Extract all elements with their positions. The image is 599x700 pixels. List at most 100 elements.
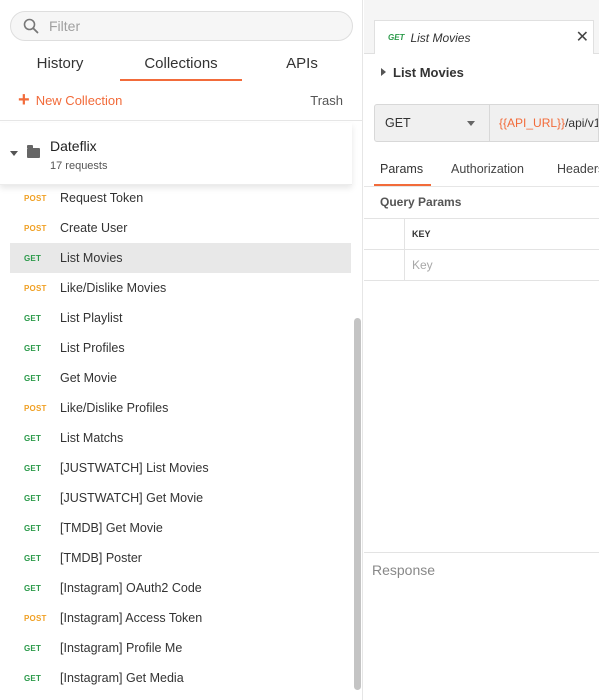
request-name: Like/Dislike Profiles: [60, 401, 169, 415]
method-select[interactable]: GET: [374, 104, 490, 142]
request-item[interactable]: POST Request Token: [0, 183, 352, 213]
url-path: /api/v1: [565, 116, 599, 130]
request-item[interactable]: GET Get Movie: [0, 363, 352, 393]
tab-authorization[interactable]: Authorization: [451, 155, 524, 186]
chevron-right-icon[interactable]: [381, 68, 386, 76]
close-icon[interactable]: ✕: [576, 27, 589, 47]
request-method: GET: [24, 643, 42, 653]
request-method: GET: [24, 253, 42, 263]
key-input[interactable]: Key: [412, 258, 433, 272]
request-name: [Instagram] Access Token: [60, 611, 203, 625]
request-item[interactable]: GET [Instagram] OAuth2 Code: [0, 573, 352, 603]
query-params-label: Query Params: [380, 195, 462, 209]
request-item[interactable]: GET [JUSTWATCH] Get Movie: [0, 483, 352, 513]
chevron-down-icon: [467, 121, 475, 126]
request-method: GET: [24, 523, 42, 533]
request-method: GET: [24, 673, 42, 683]
new-collection-label: New Collection: [35, 92, 123, 108]
request-item[interactable]: GET [Instagram] Profile Me: [0, 633, 352, 663]
request-pane: GET List Movies ✕ List Movies GET {{API_…: [364, 0, 599, 700]
query-params-table: KEY Key: [364, 218, 599, 281]
request-item[interactable]: GET [Instagram] Get Media: [0, 663, 352, 693]
search-input[interactable]: [49, 18, 329, 34]
request-tab[interactable]: GET List Movies ✕: [374, 20, 594, 54]
request-method: POST: [24, 283, 47, 293]
request-method: GET: [24, 373, 42, 383]
request-method: POST: [24, 223, 47, 233]
request-method: GET: [24, 583, 42, 593]
request-name: [JUSTWATCH] List Movies: [60, 461, 209, 475]
request-method: POST: [24, 613, 47, 623]
request-tab-bar: GET List Movies ✕: [364, 0, 599, 54]
request-item[interactable]: GET List Matchs: [0, 423, 352, 453]
request-title: List Movies: [393, 65, 464, 80]
collection-header[interactable]: Dateflix 17 requests: [0, 123, 352, 185]
request-name: List Playlist: [60, 311, 123, 325]
new-collection-button[interactable]: + New Collection: [18, 89, 123, 111]
request-method: POST: [24, 403, 47, 413]
request-item[interactable]: GET List Profiles: [0, 333, 352, 363]
request-tab-method: GET: [388, 33, 405, 42]
trash-button[interactable]: Trash: [310, 93, 343, 108]
url-input[interactable]: {{API_URL}}/api/v1: [490, 104, 599, 142]
request-method: GET: [24, 553, 42, 563]
response-label: Response: [372, 562, 436, 578]
request-name: [JUSTWATCH] Get Movie: [60, 491, 204, 505]
request-item[interactable]: POST Create User: [0, 213, 352, 243]
chevron-down-icon[interactable]: [10, 151, 18, 156]
request-method: GET: [24, 313, 42, 323]
request-name: List Profiles: [60, 341, 125, 355]
collection-list: Dateflix 17 requests POST Request Token P…: [0, 120, 363, 700]
search-icon: [23, 18, 39, 34]
request-tab-name: List Movies: [410, 30, 471, 45]
plus-icon: +: [18, 89, 30, 111]
request-method: POST: [24, 193, 47, 203]
request-name: Request Token: [60, 191, 144, 205]
tab-params[interactable]: Params: [373, 155, 432, 186]
request-item[interactable]: POST Like/Dislike Profiles: [0, 393, 352, 423]
sidebar: History Collections APIs + New Collectio…: [0, 0, 363, 700]
table-divider: [404, 219, 405, 281]
url-variable: {{API_URL}}: [499, 116, 566, 130]
request-item-selected[interactable]: GET List Movies: [10, 243, 351, 273]
request-name: [TMDB] Get Movie: [60, 521, 163, 535]
url-bar: GET {{API_URL}}/api/v1: [374, 104, 599, 142]
collection-count: 17 requests: [50, 160, 108, 172]
request-method: GET: [24, 433, 42, 443]
tab-history[interactable]: History: [22, 50, 98, 82]
collection-name: Dateflix: [50, 138, 97, 154]
request-item[interactable]: GET List Playlist: [0, 303, 352, 333]
request-item[interactable]: POST [Instagram] Access Token: [0, 603, 352, 633]
request-name: [Instagram] Get Media: [60, 671, 184, 685]
tab-headers[interactable]: Headers: [557, 155, 599, 186]
request-name: Get Movie: [60, 371, 117, 385]
request-name: [Instagram] OAuth2 Code: [60, 581, 202, 595]
query-params-header-row: [364, 219, 599, 250]
request-item[interactable]: POST Like/Dislike Movies: [0, 273, 352, 303]
request-list: POST Request Token POST Create User GET Lis…: [0, 183, 352, 693]
key-column-header: KEY: [412, 229, 431, 239]
request-sub-tabs: Params Authorization Headers: [364, 155, 599, 187]
request-item[interactable]: GET [TMDB] Poster: [0, 543, 352, 573]
sidebar-tabs: History Collections APIs: [0, 50, 363, 82]
request-name: [TMDB] Poster: [60, 551, 142, 565]
tab-apis[interactable]: APIs: [270, 50, 334, 82]
request-method: GET: [24, 463, 42, 473]
search-bar[interactable]: [10, 11, 353, 41]
folder-icon: [27, 145, 40, 158]
request-method: GET: [24, 493, 42, 503]
method-select-value: GET: [385, 116, 411, 130]
sidebar-scrollbar[interactable]: [354, 318, 361, 690]
request-title-row[interactable]: List Movies: [364, 60, 599, 86]
response-divider[interactable]: [364, 552, 599, 553]
sidebar-actions: + New Collection Trash: [0, 88, 363, 114]
request-item[interactable]: GET [JUSTWATCH] List Movies: [0, 453, 352, 483]
request-name: Create User: [60, 221, 128, 235]
request-name: [Instagram] Profile Me: [60, 641, 183, 655]
request-method: GET: [24, 343, 42, 353]
request-name: List Movies: [60, 251, 123, 265]
request-item[interactable]: GET [TMDB] Get Movie: [0, 513, 352, 543]
tab-collections[interactable]: Collections: [120, 50, 242, 82]
request-name: Like/Dislike Movies: [60, 281, 167, 295]
request-name: List Matchs: [60, 431, 124, 445]
